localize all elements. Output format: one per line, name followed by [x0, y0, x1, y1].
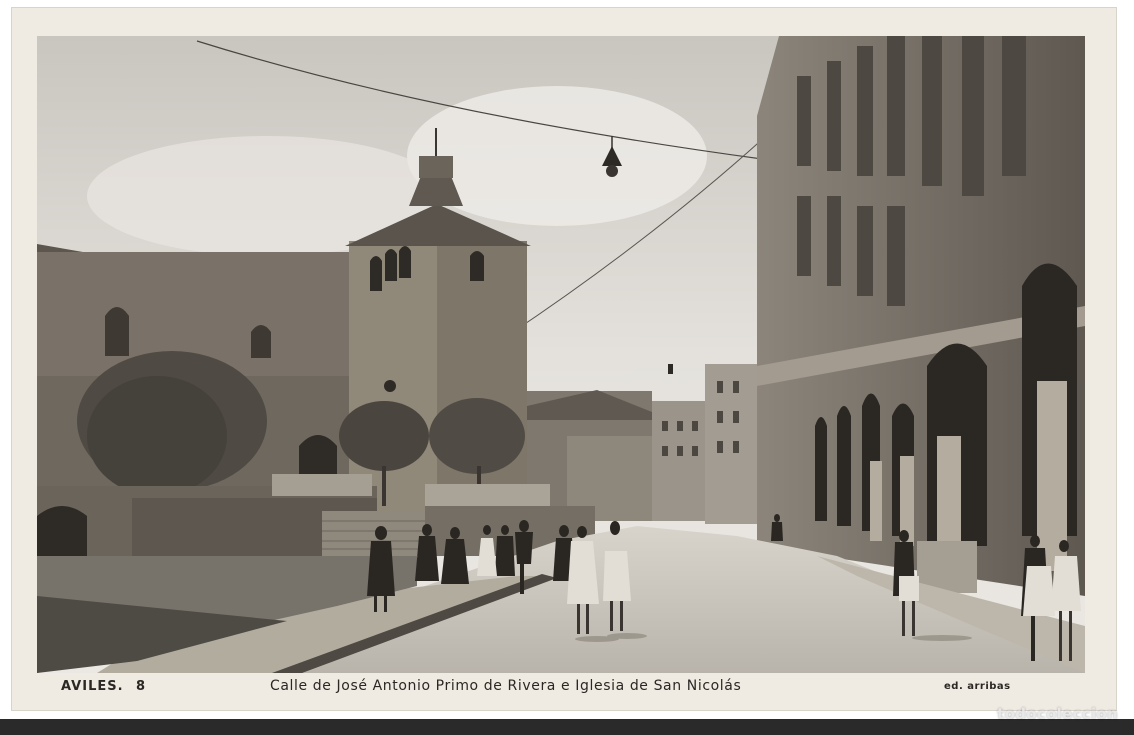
church-window — [105, 307, 129, 356]
tower-lantern — [419, 156, 453, 178]
postcard: AVILES. 8 Calle de José Antonio Primo de… — [12, 8, 1116, 710]
terrace-arch — [37, 506, 87, 556]
postcard-caption: Calle de José Antonio Primo de Rivera e … — [270, 678, 742, 694]
card-number: 8 — [136, 679, 146, 694]
tree — [339, 401, 429, 471]
distant-building — [652, 401, 712, 521]
church-window — [251, 325, 271, 358]
tree-trunk — [382, 466, 386, 506]
city-label: AVILES. — [61, 679, 124, 694]
distant-lamp — [668, 364, 673, 374]
distant-building — [705, 364, 760, 524]
tower-window — [370, 256, 382, 291]
balustrade — [272, 474, 372, 496]
tower-oculus — [384, 380, 396, 392]
street-photograph — [37, 36, 1085, 673]
bell-tower-shade — [437, 241, 527, 521]
tower-window — [385, 249, 397, 281]
portico-arch — [299, 435, 337, 476]
watermark: todocoleccion — [997, 705, 1118, 723]
bottom-band — [0, 719, 1134, 735]
tree — [429, 398, 525, 474]
tower-window — [470, 251, 484, 281]
photo-illustration — [37, 36, 1085, 673]
tower-window — [399, 246, 411, 278]
tree — [87, 376, 227, 496]
postcard-caption-row: AVILES. 8 Calle de José Antonio Primo de… — [12, 674, 1116, 700]
publisher-label: ed. arribas — [944, 681, 1011, 692]
street-lamp-bulb — [606, 165, 618, 177]
